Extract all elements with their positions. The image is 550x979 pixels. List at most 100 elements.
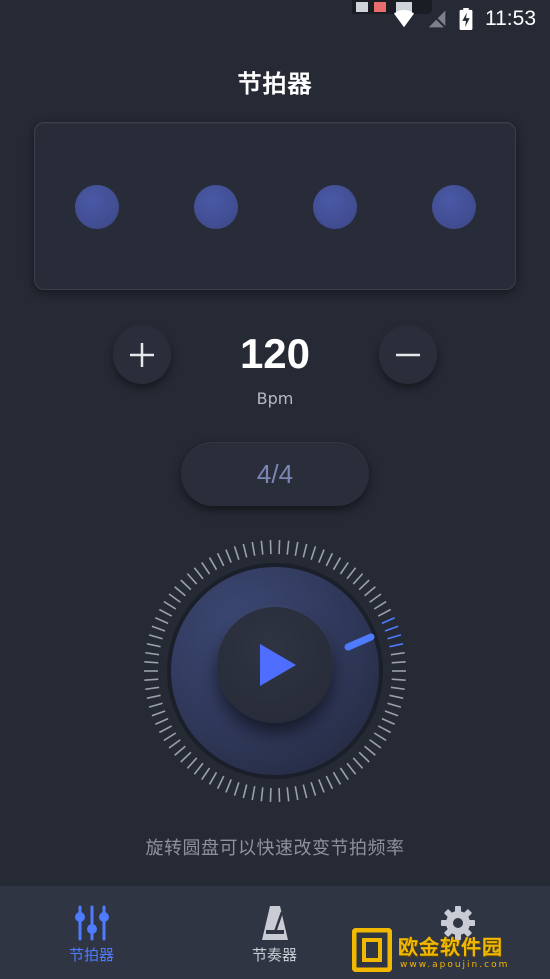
dial-tick xyxy=(208,557,218,571)
play-icon xyxy=(260,644,296,686)
time-signature-button[interactable]: 4/4 xyxy=(181,442,369,506)
watermark: 欧金软件园 www.apoujin.com xyxy=(352,925,544,975)
dial-tick xyxy=(377,608,392,617)
dial-tick xyxy=(225,549,232,563)
dial-tick xyxy=(302,543,308,558)
dial-tick xyxy=(302,784,308,799)
dial-tick xyxy=(391,661,406,664)
dial-tick xyxy=(346,567,357,580)
dial-tick xyxy=(387,634,402,640)
dial-tick xyxy=(146,642,161,648)
dial-tick xyxy=(387,702,402,708)
dial-tick xyxy=(332,557,342,571)
dial-tick xyxy=(318,779,325,793)
dial-tick xyxy=(377,725,392,734)
dial-tick xyxy=(242,784,248,799)
system-icons: 11:53 xyxy=(393,6,536,32)
dial-tick xyxy=(391,678,406,681)
dial-tick xyxy=(242,543,248,558)
dial-tick xyxy=(158,725,173,734)
dial-tick xyxy=(144,661,159,664)
dial-tick xyxy=(186,573,198,585)
notification-icon xyxy=(374,2,386,12)
tempo-unit: Bpm xyxy=(256,389,294,408)
dial-tick xyxy=(163,600,177,610)
dial-tick xyxy=(151,710,166,717)
dial-hint: 旋转圆盘可以快速改变节拍频率 xyxy=(145,838,405,859)
dial-tick xyxy=(201,561,211,575)
dial-tick xyxy=(225,779,232,793)
dial-tick xyxy=(286,540,290,555)
notification-icon xyxy=(356,2,368,12)
dial-tick xyxy=(148,634,163,640)
beat-dot-4 xyxy=(432,185,476,229)
dial-tick xyxy=(174,586,186,597)
dial-tick xyxy=(352,573,364,585)
dial-tick xyxy=(148,702,163,708)
dial-tick xyxy=(151,625,166,632)
dial-tick xyxy=(193,762,204,775)
status-bar: 11:53 xyxy=(0,0,550,38)
dial-tick xyxy=(168,593,181,603)
decrease-tempo-button[interactable] xyxy=(379,326,437,384)
tempo-value: 120 xyxy=(239,330,311,377)
dial-tick xyxy=(180,751,192,763)
dial-tick xyxy=(145,686,160,691)
dial-tick xyxy=(339,561,349,575)
dial-tick xyxy=(158,608,173,617)
wifi-icon xyxy=(393,9,415,28)
dial-tick xyxy=(310,546,317,560)
dial-tick xyxy=(352,757,364,769)
nav-label-rhythm: 节奏器 xyxy=(251,946,297,964)
dial-tick xyxy=(146,694,161,700)
dial-tick xyxy=(389,642,404,648)
minus-icon xyxy=(396,353,420,357)
dial-tick xyxy=(373,600,387,610)
dial-tick xyxy=(381,616,395,625)
dial-tick xyxy=(358,751,370,763)
nav-label-metronome: 节拍器 xyxy=(68,946,114,964)
dial-tick xyxy=(318,549,325,563)
dial-tick xyxy=(144,678,159,681)
dial-tick xyxy=(364,586,376,597)
dial-tick xyxy=(216,552,225,567)
dial-tick xyxy=(260,787,264,802)
dial-tick xyxy=(373,732,387,742)
dial-tick xyxy=(251,786,256,801)
dial-tick xyxy=(216,775,225,790)
tempo-dial[interactable] xyxy=(140,536,410,806)
dial-tick xyxy=(390,686,405,691)
dial-tick xyxy=(364,745,376,756)
dial-tick xyxy=(251,541,256,556)
dial-tick xyxy=(310,782,317,796)
dial-tick xyxy=(286,787,290,802)
dial-tick xyxy=(233,546,240,560)
dial-tick xyxy=(369,593,382,603)
dial-tick xyxy=(193,567,204,580)
metronome-icon xyxy=(261,906,288,940)
dial-tick xyxy=(145,651,160,656)
dial-tick xyxy=(155,717,169,726)
status-time: 11:53 xyxy=(485,7,536,30)
nav-item-rhythm[interactable]: 节奏器 xyxy=(183,886,366,979)
time-signature-label: 4/4 xyxy=(256,458,294,489)
watermark-text: 欧金软件园 xyxy=(398,934,503,959)
beat-dot-1 xyxy=(75,185,119,229)
dial-tick xyxy=(381,717,395,726)
dial-tick xyxy=(389,694,404,700)
dial-tick xyxy=(384,710,399,717)
dial-tick xyxy=(294,786,299,801)
dial-tick xyxy=(174,745,186,756)
dial-tick xyxy=(294,541,299,556)
beat-dot-2 xyxy=(194,185,238,229)
dial-tick xyxy=(163,732,177,742)
sliders-icon xyxy=(74,905,109,941)
dial-tick xyxy=(325,775,334,790)
beat-dot-3 xyxy=(313,185,357,229)
nav-item-metronome[interactable]: 节拍器 xyxy=(0,886,183,979)
watermark-logo-icon xyxy=(352,928,392,972)
dial-tick xyxy=(332,771,342,785)
dial-tick xyxy=(186,757,198,769)
play-button[interactable] xyxy=(217,607,333,723)
dial-tick xyxy=(384,625,399,632)
